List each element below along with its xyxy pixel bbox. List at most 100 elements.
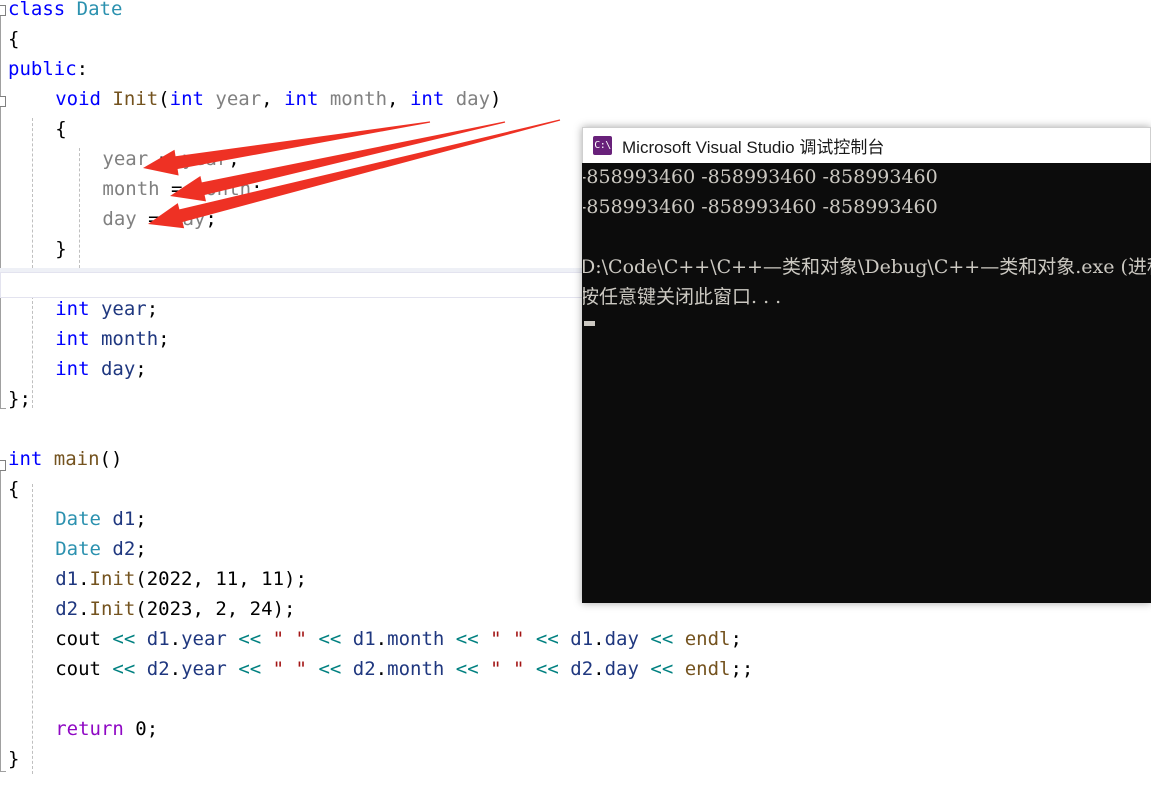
code-token: {	[8, 478, 20, 500]
code-token: month	[102, 178, 160, 200]
code-token: ;	[228, 148, 240, 170]
code-token: .	[375, 628, 388, 650]
console-output[interactable]: -858993460 -858993460 -858993460 -8589934…	[583, 163, 1151, 602]
code-token: d1	[570, 628, 594, 650]
code-token: return	[55, 718, 124, 740]
code-token: int	[55, 298, 90, 320]
code-token: <<	[535, 628, 559, 650]
code-line[interactable]: };	[8, 384, 31, 414]
code-token: cout	[55, 658, 101, 680]
code-token: day	[100, 358, 136, 380]
code-line[interactable]: int month;	[55, 324, 169, 354]
code-line[interactable]: cout << d2.year << " " << d2.month << " …	[55, 654, 753, 684]
console-app-icon-glyph: C:\	[594, 139, 611, 151]
code-token: <<	[112, 628, 136, 650]
code-line[interactable]: {	[8, 24, 19, 54]
code-token: =	[159, 178, 194, 200]
code-token: ;	[135, 508, 147, 530]
code-token: public	[8, 58, 77, 80]
code-line[interactable]: cout << d1.year << " " << d1.month << " …	[55, 624, 742, 654]
code-line[interactable]: d2.Init(2023, 2, 24);	[55, 594, 295, 624]
code-token: <<	[112, 658, 136, 680]
code-token: int	[55, 358, 90, 380]
code-token: <<	[455, 628, 479, 650]
code-token: .	[593, 628, 605, 650]
outline-collapse-marker-main[interactable]	[0, 460, 6, 471]
code-token: d2	[112, 538, 136, 560]
code-token: Date	[55, 508, 101, 530]
outline-guide-main	[0, 471, 1, 771]
code-token: (	[158, 88, 170, 110]
code-token: " "	[490, 628, 525, 650]
code-token: (2023, 2, 24);	[135, 598, 296, 620]
code-line[interactable]: int main()	[8, 444, 122, 474]
code-token: (2022, 11, 11);	[135, 568, 307, 590]
code-token: " "	[272, 628, 307, 650]
code-token: Init	[112, 88, 159, 110]
code-token: d1	[146, 628, 170, 650]
code-line[interactable]: void Init(int year, int month, int day)	[55, 84, 501, 114]
code-line[interactable]: return 0;	[55, 714, 158, 744]
code-line[interactable]: day = day;	[102, 204, 216, 234]
console-titlebar[interactable]: C:\ Microsoft Visual Studio 调试控制台	[582, 127, 1151, 163]
code-token: int	[55, 328, 90, 350]
code-line[interactable]: year = year;	[102, 144, 239, 174]
code-line[interactable]: int year;	[55, 294, 158, 324]
console-app-icon: C:\	[593, 136, 612, 155]
code-line[interactable]: {	[55, 114, 66, 144]
code-token: month	[387, 658, 445, 680]
code-token: <<	[238, 628, 262, 650]
code-token: " "	[272, 658, 307, 680]
code-token: main	[53, 448, 100, 470]
code-token: ,	[387, 88, 410, 110]
code-line[interactable]: {	[8, 474, 19, 504]
code-token: ;	[205, 208, 217, 230]
outline-guide-class	[0, 16, 1, 408]
code-token: }	[8, 748, 20, 770]
code-token: year	[181, 658, 227, 680]
code-token: <<	[238, 658, 262, 680]
code-token: day	[604, 658, 639, 680]
code-line[interactable]: }	[8, 744, 19, 774]
console-window[interactable]: C:\ Microsoft Visual Studio 调试控制台 -85899…	[582, 127, 1151, 603]
code-token: year	[100, 298, 147, 320]
code-token: 0	[135, 718, 147, 740]
code-line[interactable]: class Date	[8, 0, 122, 24]
code-line[interactable]: }	[55, 234, 66, 264]
outline-collapse-marker-init[interactable]	[0, 96, 6, 107]
outline-collapse-marker-class[interactable]	[0, 5, 6, 16]
code-token: ;;	[730, 658, 754, 680]
indent-guide-4	[32, 484, 33, 774]
code-line[interactable]: public:	[8, 54, 88, 84]
code-token: int	[409, 88, 445, 110]
code-token: <<	[455, 658, 479, 680]
code-token: ;	[146, 298, 159, 320]
code-token: endl	[684, 658, 731, 680]
code-token: int	[284, 88, 319, 110]
code-line[interactable]: Date d1;	[55, 504, 147, 534]
code-line[interactable]: Date d2;	[55, 534, 147, 564]
code-line[interactable]: d1.Init(2022, 11, 11);	[55, 564, 307, 594]
outline-end-tick-main	[0, 771, 6, 772]
code-token: month	[329, 88, 388, 110]
code-line[interactable]: month = month;	[102, 174, 262, 204]
code-line[interactable]: int day;	[55, 354, 147, 384]
